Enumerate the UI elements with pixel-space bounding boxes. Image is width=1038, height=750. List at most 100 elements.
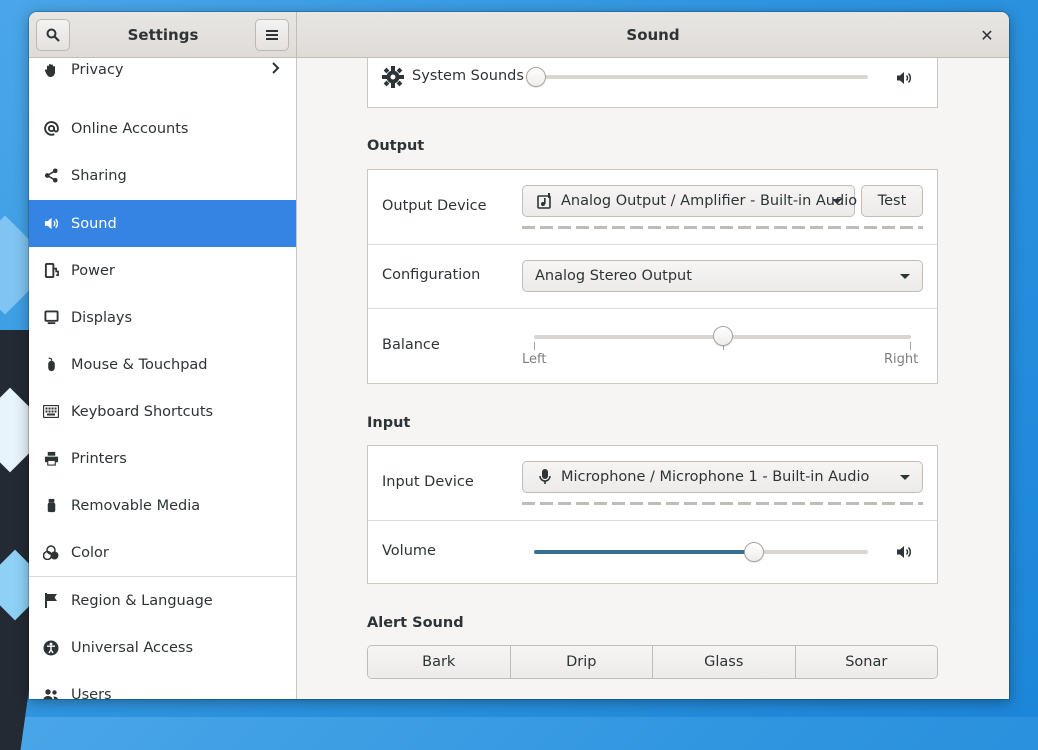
- sidebar-item-removable-media[interactable]: Removable Media: [29, 482, 296, 529]
- sidebar: Privacy Online Accounts Sharing Sound Po…: [29, 58, 297, 699]
- output-frame: Output Device Analog Output / Amplifier …: [367, 169, 938, 384]
- display-icon: [43, 310, 59, 326]
- power-plug-icon: [43, 263, 59, 279]
- input-volume-slider-fill: [534, 550, 755, 554]
- panel-title: Sound: [626, 26, 680, 44]
- sidebar-item-mouse-touchpad[interactable]: Mouse & Touchpad: [29, 341, 296, 388]
- chevron-right-icon: [272, 61, 280, 78]
- accessibility-icon: [43, 640, 59, 656]
- output-device-label: Output Device: [382, 198, 487, 214]
- system-sounds-slider[interactable]: [536, 75, 868, 79]
- printer-icon: [43, 451, 59, 467]
- row-separator: [368, 308, 937, 309]
- at-icon: [43, 121, 59, 137]
- alert-sound-section-title: Alert Sound: [367, 615, 464, 631]
- alert-sound-glass-button[interactable]: Glass: [653, 646, 796, 678]
- sidebar-item-printers[interactable]: Printers: [29, 435, 296, 482]
- row-separator: [368, 520, 937, 521]
- input-volume-label: Volume: [382, 543, 436, 559]
- test-button[interactable]: Test: [861, 185, 923, 217]
- input-device-combo[interactable]: Microphone / Microphone 1 - Built-in Aud…: [522, 461, 923, 493]
- system-sounds-label: System Sounds: [412, 68, 524, 84]
- gear-icon: [382, 66, 404, 92]
- alert-sound-selector: Bark Drip Glass Sonar: [367, 645, 938, 679]
- share-icon: [43, 168, 59, 184]
- alert-sound-bark-button[interactable]: Bark: [368, 646, 511, 678]
- sidebar-item-label: Online Accounts: [71, 120, 189, 137]
- speaker-icon: [896, 70, 912, 90]
- sidebar-item-label: Region & Language: [71, 592, 213, 609]
- close-button[interactable]: ✕: [975, 23, 999, 47]
- sidebar-item-label: Universal Access: [71, 639, 194, 656]
- alert-sound-drip-button[interactable]: Drip: [510, 646, 653, 678]
- balance-tick-left: [534, 342, 535, 350]
- system-sounds-slider-knob[interactable]: [526, 67, 546, 87]
- dropdown-arrow-icon: [900, 475, 910, 480]
- sidebar-item-sound[interactable]: Sound: [29, 200, 296, 247]
- settings-window: Settings Sound ✕ Privacy Online Accounts: [29, 12, 1009, 699]
- speaker-icon: [896, 544, 912, 564]
- usb-icon: [43, 498, 59, 514]
- balance-label: Balance: [382, 337, 440, 353]
- alert-sound-sonar-button[interactable]: Sonar: [795, 646, 937, 678]
- search-icon: [46, 28, 60, 42]
- output-level-meter: [522, 226, 923, 229]
- sidebar-item-label: Printers: [71, 450, 127, 467]
- input-device-value: Microphone / Microphone 1 - Built-in Aud…: [561, 469, 870, 485]
- speaker-icon: [43, 216, 59, 232]
- sidebar-item-label: Sharing: [71, 167, 127, 184]
- color-icon: [43, 545, 59, 561]
- system-sounds-frame: System Sounds: [367, 58, 938, 108]
- sidebar-item-color[interactable]: Color: [29, 529, 296, 576]
- sidebar-item-sharing[interactable]: Sharing: [29, 152, 296, 199]
- sidebar-item-power[interactable]: Power: [29, 247, 296, 294]
- configuration-label: Configuration: [382, 267, 481, 283]
- sidebar-item-label: Power: [71, 262, 115, 279]
- hand-icon: [43, 62, 59, 78]
- input-section-title: Input: [367, 415, 411, 431]
- dropdown-arrow-icon: [832, 199, 842, 204]
- sidebar-title: Settings: [127, 26, 199, 44]
- sidebar-item-label: Color: [71, 544, 109, 561]
- sidebar-item-label: Users: [71, 686, 112, 700]
- menu-button[interactable]: [255, 19, 289, 51]
- header-bar: Settings Sound ✕: [29, 12, 1009, 58]
- row-separator: [368, 244, 937, 245]
- keyboard-icon: [43, 404, 59, 420]
- sidebar-item-label: Privacy: [71, 61, 124, 78]
- hamburger-icon: [266, 30, 278, 40]
- sidebar-item-users[interactable]: Users: [29, 671, 296, 699]
- sound-panel: System Sounds Output Output Device Analo…: [297, 58, 1009, 699]
- sidebar-item-region-language[interactable]: Region & Language: [29, 577, 296, 624]
- sidebar-item-displays[interactable]: Displays: [29, 294, 296, 341]
- sidebar-item-keyboard-shortcuts[interactable]: Keyboard Shortcuts: [29, 388, 296, 435]
- balance-slider-knob[interactable]: [712, 326, 733, 346]
- sidebar-item-label: Displays: [71, 309, 133, 326]
- users-icon: [43, 687, 59, 699]
- sidebar-item-universal-access[interactable]: Universal Access: [29, 624, 296, 671]
- sidebar-item-label: Removable Media: [71, 497, 201, 514]
- close-icon: ✕: [980, 25, 994, 45]
- input-frame: Input Device Microphone / Microphone 1 -…: [367, 445, 938, 584]
- input-level-meter: [522, 502, 923, 505]
- microphone-icon: [539, 469, 551, 485]
- output-section-title: Output: [367, 138, 425, 154]
- search-button[interactable]: [36, 19, 70, 51]
- sidebar-item-label: Mouse & Touchpad: [71, 356, 208, 373]
- sidebar-item-label: Keyboard Shortcuts: [71, 403, 214, 420]
- audio-card-icon: [537, 193, 553, 209]
- output-device-value: Analog Output / Amplifier - Built-in Aud…: [561, 193, 858, 209]
- sidebar-item-online-accounts[interactable]: Online Accounts: [29, 105, 296, 152]
- balance-right-label: Right: [884, 352, 919, 367]
- input-volume-slider-knob[interactable]: [744, 542, 765, 562]
- sidebar-item-privacy[interactable]: Privacy: [29, 58, 296, 81]
- input-device-label: Input Device: [382, 474, 474, 490]
- flag-icon: [43, 593, 59, 609]
- dropdown-arrow-icon: [900, 274, 910, 279]
- configuration-value: Analog Stereo Output: [535, 268, 692, 284]
- mouse-icon: [43, 357, 59, 373]
- output-device-combo[interactable]: Analog Output / Amplifier - Built-in Aud…: [522, 185, 858, 217]
- configuration-combo[interactable]: Analog Stereo Output: [522, 260, 923, 292]
- sidebar-item-label: Sound: [71, 215, 117, 232]
- balance-left-label: Left: [522, 352, 547, 367]
